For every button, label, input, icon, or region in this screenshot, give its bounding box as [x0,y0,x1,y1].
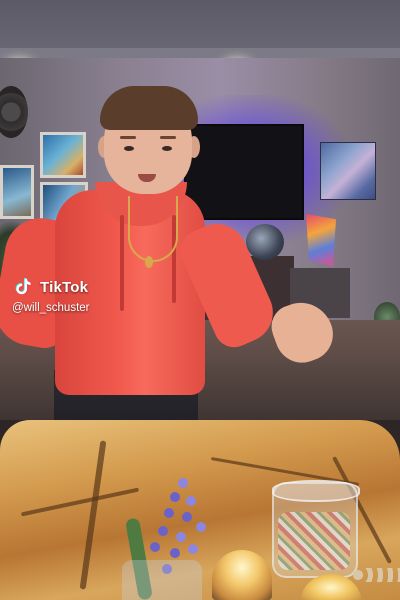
glass-vase [122,560,202,600]
eye [162,146,172,151]
hyacinth-flower [164,508,174,518]
eyebrow [160,136,176,139]
necklace [128,196,178,262]
creator-username: @will_schuster [12,302,90,314]
tiktok-logo-icon [15,278,32,296]
hyacinth-flower [170,548,180,558]
hyacinth-flower [196,522,206,532]
hoodie-drawstring [120,215,124,311]
hyacinth-flower [150,542,160,552]
bead-garland [352,568,400,582]
necklace-pendant [145,256,153,268]
hyacinth-flower [178,478,188,488]
hyacinth-flower [176,532,186,542]
hyacinth-flower [182,512,192,522]
right-hand [265,293,341,371]
hyacinth-flower [188,544,198,554]
hyacinth-flower [186,496,196,506]
jar-lid [272,480,360,502]
eye [124,146,134,151]
watermark-brand-row: TikTok [12,276,90,298]
hyacinth-flower [170,492,180,502]
tiktok-brand-label: TikTok [40,278,89,296]
tiktok-watermark: TikTok @will_schuster [12,276,90,314]
hyacinth-flower [158,526,168,536]
hair [100,86,198,130]
eyebrow [120,136,136,139]
